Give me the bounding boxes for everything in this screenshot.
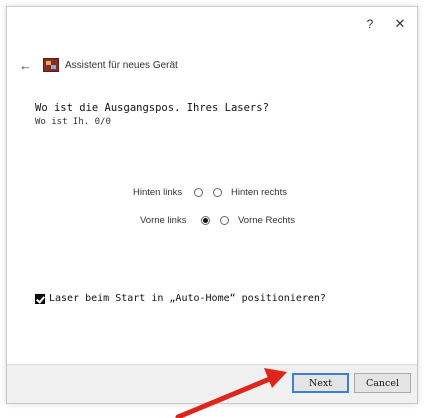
auto-home-label: Laser beim Start in „Auto-Home“ position…	[49, 293, 326, 304]
option-label-front-right: Vorne Rechts	[238, 215, 296, 226]
next-button[interactable]: Next	[292, 373, 349, 393]
wizard-icon	[43, 58, 59, 72]
wizard-window: ? ✕ ← Assistent für neues Gerät Wo ist d…	[6, 6, 418, 404]
cancel-button[interactable]: Cancel	[354, 373, 411, 393]
radio-front-right[interactable]	[220, 216, 229, 225]
option-label-back-left: Hinten links	[133, 187, 183, 198]
button-bar: Next Cancel	[7, 364, 417, 403]
origin-row-front: Vorne links Vorne Rechts	[140, 215, 295, 226]
title-bar: ? ✕	[7, 7, 417, 41]
subquestion-text: Wo ist Ih. 0/0	[35, 117, 111, 127]
close-icon[interactable]: ✕	[390, 15, 410, 33]
option-label-back-right: Hinten rechts	[231, 187, 287, 198]
radio-back-right[interactable]	[213, 188, 222, 197]
auto-home-checkbox[interactable]	[35, 293, 45, 304]
back-arrow-icon[interactable]: ←	[19, 58, 33, 73]
wizard-title: Assistent für neues Gerät	[65, 59, 178, 71]
radio-front-left[interactable]	[201, 216, 210, 225]
help-icon[interactable]: ?	[360, 15, 380, 33]
question-text: Wo ist die Ausgangspos. Ihres Lasers?	[35, 102, 269, 114]
wizard-header: ← Assistent für neues Gerät	[19, 55, 178, 75]
option-label-front-left: Vorne links	[140, 215, 187, 226]
origin-row-back: Hinten links Hinten rechts	[133, 187, 287, 198]
radio-back-left[interactable]	[194, 188, 203, 197]
auto-home-option: Laser beim Start in „Auto-Home“ position…	[35, 293, 326, 304]
